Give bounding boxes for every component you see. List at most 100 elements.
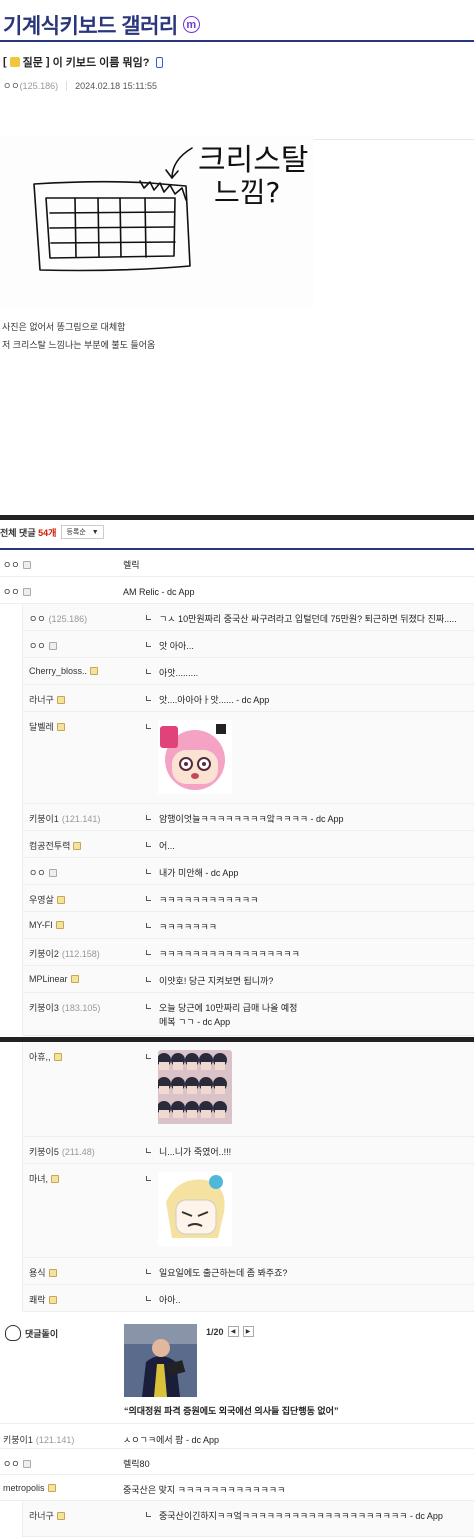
comment-author[interactable]: metropolis [3, 1483, 56, 1493]
comment-author-name: 키붕이1 [3, 1435, 33, 1445]
fixed-nick-icon [73, 841, 82, 850]
dccon-image[interactable] [158, 1172, 232, 1248]
fixed-nick-icon [55, 921, 64, 929]
comment-author-ip: (112.158) [61, 948, 100, 959]
comment-header-label: 전체 댓글 [0, 528, 36, 538]
member-icon [48, 641, 57, 650]
comment-author[interactable]: MY-FI [29, 920, 64, 930]
reply-arrow-icon [146, 1054, 151, 1059]
comment-text: 중국산은 맞지 ㅋㅋㅋㅋㅋㅋㅋㅋㅋㅋㅋㅋㅋ [123, 1483, 285, 1497]
gallery-title[interactable]: 기계식키보드 갤러리 [3, 10, 178, 40]
comment-author[interactable]: 라너구 [29, 693, 65, 706]
comment-author[interactable]: ㅇㅇ [3, 585, 31, 598]
next-button[interactable]: ▶ [242, 1326, 254, 1337]
comment-author-name: MPLinear [29, 974, 68, 984]
reply-arrow-icon [146, 1148, 151, 1153]
comment-reply-row: MPLinear 이얏호! 당근 지켜보면 됩니까? [22, 966, 474, 993]
comment-author-name: metropolis [3, 1483, 45, 1493]
comment-reply-row: ㅇㅇ (125.186) ㄱㅅ 10만원짜리 중국산 싸구려라고 입털던데 75만원… [22, 604, 474, 631]
comment-list: 키붕이1 (121.141) ㅅㅇㄱㅋ에서 팜 - dc App ㅇㅇ 렐릭80 metr… [0, 1425, 474, 1537]
gallery-header: 기계식키보드 갤러리 m [0, 0, 474, 42]
ranking-caption[interactable]: “의대정원 파격 증원에도 외국에선 의사들 집단행동 없어” [124, 1404, 338, 1417]
comment-author[interactable]: ㅇㅇ [3, 1457, 31, 1470]
comment-text: 암행이엇늘ㅋㅋㅋㅋㅋㅋㅋㅋ앜ㅋㅋㅋㅋ - dc App [146, 812, 344, 826]
comment-author[interactable]: 아휴,, [29, 1050, 62, 1063]
comment-text: ㅋㅋㅋㅋㅋㅋㅋㅋㅋㅋㅋㅋㅋㅋㅋㅋㅋ [146, 947, 300, 961]
fixed-nick-icon [48, 1268, 57, 1277]
comment-author[interactable]: 라너구 [29, 1509, 65, 1522]
comment-author[interactable]: 키붕이5 (211.48) [29, 1145, 95, 1158]
fixed-nick-icon [56, 895, 65, 904]
comment-text-value: 내가 미안해 - dc App [159, 868, 239, 878]
member-icon [48, 868, 57, 877]
comment-row: ㅇㅇ AM Relic - dc App [0, 577, 474, 604]
post-body-line: 사진은 없어서 똥그림으로 대체함 [2, 322, 126, 332]
comment-author[interactable]: 쾌락 [29, 1293, 57, 1306]
comment-author[interactable]: ㅇㅇ (125.186) [29, 612, 87, 625]
comment-author[interactable]: ㅇㅇ [3, 558, 31, 571]
reply-arrow-icon [146, 724, 151, 729]
comment-text: ㅋㅋㅋㅋㅋㅋㅋㅋㅋㅋㅋㅋ [146, 893, 258, 907]
comment-author[interactable]: MPLinear [29, 974, 79, 984]
comment-text: 아아.. [146, 1293, 181, 1307]
section-divider [0, 515, 474, 520]
comment-author-name: 라너구 [29, 1511, 54, 1521]
comment-sort-select[interactable]: 등록순 ▼ [61, 525, 104, 539]
comment-author[interactable]: 키붕이3 (183.105) [29, 1001, 100, 1014]
reply-arrow-icon [146, 1296, 151, 1301]
comment-author[interactable]: 용식 [29, 1266, 57, 1279]
comment-text-value: 앗....아아아ㅏ앗...... - dc App [159, 695, 270, 705]
reply-arrow-icon [146, 642, 151, 647]
comment-author[interactable]: 키붕이1 (121.141) [3, 1433, 74, 1446]
reply-arrow-icon [146, 1004, 151, 1009]
comment-count: 54개 [38, 528, 57, 538]
post-body-line: 저 크리스탈 느낌나는 부분에 불도 들어옴 [2, 340, 156, 350]
ranking-label-text: 댓글돌이 [25, 1328, 59, 1339]
prev-button[interactable]: ◀ [227, 1326, 239, 1337]
fixed-nick-icon [47, 1484, 56, 1492]
comment-author[interactable]: 키붕이1 (121.141) [29, 812, 100, 825]
reply-arrow-icon [146, 869, 151, 874]
comment-row: ㅇㅇ 렐릭 [0, 550, 474, 577]
ranking-photo[interactable] [124, 1324, 197, 1397]
dccon-image[interactable] [158, 1050, 232, 1126]
mobile-write-icon [156, 56, 164, 68]
comment-text-value: ㅋㅋㅋㅋㅋㅋㅋㅋㅋㅋㅋㅋ [159, 895, 259, 905]
comment-author[interactable]: 우영살 [29, 893, 65, 906]
ghost-mascot-icon [5, 1325, 21, 1341]
comment-text-value: 어... [159, 841, 175, 851]
comment-author[interactable]: 마녀, [29, 1172, 60, 1185]
comment-ranking-widget: 댓글돌이 1/20 ◀ ▶ “의대정원 파격 증원에도 외국에선 의사들 집단행… [0, 1312, 474, 1424]
comment-text: 렐릭 [123, 558, 140, 572]
comment-author-name: 키붕이1 [29, 814, 59, 824]
comment-author-ip: (183.105) [61, 1002, 101, 1013]
comment-reply-row: ㅇㅇ 앗 아아... [22, 631, 474, 658]
comment-author[interactable]: ㅇㅇ [29, 866, 57, 879]
comment-author[interactable]: Cherry_bloss.. [29, 666, 99, 676]
comment-author[interactable]: 컴공전투력 [29, 839, 82, 852]
comment-text: 앗....아아아ㅏ앗...... - dc App [146, 693, 269, 707]
comment-author[interactable]: 달벨레 [29, 720, 65, 733]
dccon-image[interactable] [158, 720, 232, 796]
comment-text-value: AM Relic - dc App [123, 587, 195, 597]
post-author[interactable]: ㅇㅇ [3, 79, 20, 92]
ranking-label: 댓글돌이 [5, 1325, 58, 1341]
minor-gallery-badge-icon: m [182, 16, 200, 33]
comment-reply-row: 용식 일요일에도 출근하는데 좀 봐주죠? [22, 1258, 474, 1285]
comment-author-ip: (121.141) [61, 813, 101, 824]
reply-arrow-icon [146, 1176, 151, 1181]
comment-text-value: 렐릭 [123, 560, 140, 570]
comment-text-value: 아앗......... [159, 668, 199, 678]
comment-author-name: ㅇㅇ [3, 587, 20, 597]
comment-author[interactable]: ㅇㅇ [29, 639, 57, 652]
comment-text-value: ㅅㅇㄱㅋ에서 팜 - dc App [123, 1435, 219, 1445]
post-category: 질문 [22, 57, 43, 69]
comment-text-value: 오늘 당근에 10만짜리 급매 나올 예정 [159, 1003, 298, 1013]
comment-author-name: 쾌락 [29, 1295, 46, 1305]
comment-author[interactable]: 키붕이2 (112.158) [29, 947, 100, 960]
comment-reply-row: 라너구 중국산이긴하지ㅋㅋ엌ㅋㅋㅋㅋㅋㅋㅋㅋㅋㅋㅋㅋㅋㅋㅋㅋㅋㅋㅋㅋ - dc A… [22, 1501, 474, 1537]
fixed-nick-icon [90, 667, 99, 675]
comment-row: metropolis 중국산은 맞지 ㅋㅋㅋㅋㅋㅋㅋㅋㅋㅋㅋㅋㅋ [0, 1475, 474, 1501]
post-head-open: [ [3, 56, 7, 68]
comment-reply-row: 키붕이5 (211.48) 니...니가 죽였어..!!! [22, 1137, 474, 1164]
